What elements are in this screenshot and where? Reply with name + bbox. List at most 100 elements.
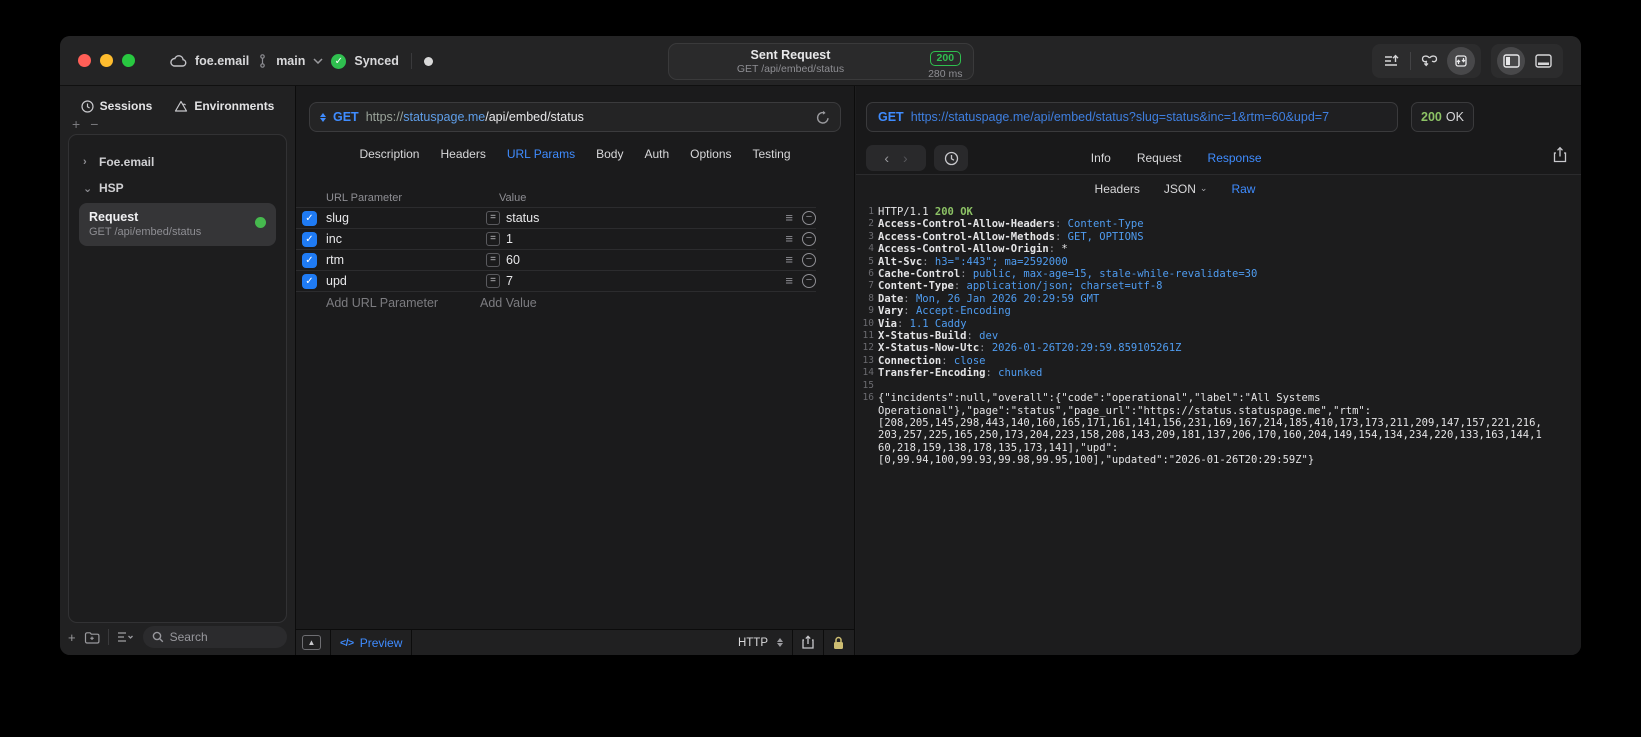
chevron-down-icon: ⌄ <box>1199 183 1208 193</box>
protocol-stepper-icon[interactable] <box>777 638 783 647</box>
param-checkbox[interactable]: ✓ <box>302 210 317 226</box>
response-subtab-headers[interactable]: Headers <box>1095 182 1140 196</box>
param-checkbox[interactable]: ✓ <box>302 231 317 247</box>
param-value[interactable]: 60 <box>500 253 785 267</box>
request-method[interactable]: GET <box>333 110 359 124</box>
sync-loop-icon[interactable] <box>1415 47 1443 75</box>
export-response-icon[interactable] <box>1553 146 1567 163</box>
param-menu-icon[interactable]: ≡ <box>785 232 793 245</box>
chevron-right-icon[interactable]: › <box>83 156 91 168</box>
line-number: 6 <box>868 268 874 280</box>
minimize-window-button[interactable] <box>100 54 113 67</box>
response-code-line: 12 X-Status-Now-Utc: 2026-01-26T20:29:59.… <box>856 342 1581 354</box>
param-checkbox[interactable]: ✓ <box>302 273 317 289</box>
request-tab-auth[interactable]: Auth <box>644 147 669 161</box>
param-checkbox[interactable]: ✓ <box>302 252 317 268</box>
code-brackets-icon: </> <box>340 636 354 649</box>
response-code-line: 4 Access-Control-Allow-Origin: * <box>856 243 1581 255</box>
add-param-row[interactable]: Add URL Parameter Add Value <box>296 292 816 313</box>
search-input[interactable] <box>169 630 278 644</box>
footer-separator <box>823 629 824 655</box>
param-name[interactable]: slug <box>317 211 481 225</box>
toggle-bottom-panel-icon[interactable] <box>1529 47 1557 75</box>
response-subtab-raw[interactable]: Raw <box>1231 182 1255 196</box>
status-code-badge: 200 <box>929 51 962 66</box>
response-code-line: 1 HTTP/1.1 200 OK <box>856 206 1581 218</box>
project-name[interactable]: foe.email <box>195 54 249 68</box>
new-folder-icon[interactable] <box>84 631 100 644</box>
request-tab-testing[interactable]: Testing <box>753 147 791 161</box>
param-value[interactable]: status <box>500 211 785 225</box>
request-tab-url-params[interactable]: URL Params <box>507 147 575 161</box>
request-tab-headers[interactable]: Headers <box>440 147 485 161</box>
param-name[interactable]: inc <box>317 232 481 246</box>
sort-options-icon[interactable] <box>117 631 135 643</box>
close-window-button[interactable] <box>78 54 91 67</box>
response-code-line: 10 Via: 1.1 Caddy <box>856 318 1581 330</box>
request-url-bar[interactable]: GET https://statuspage.me/api/embed/stat… <box>309 102 841 132</box>
response-subtab-label: Headers <box>1094 181 1140 196</box>
request-tab-label: URL Params <box>506 147 576 161</box>
add-session-button[interactable]: + <box>72 117 80 131</box>
add-value-placeholder[interactable]: Add Value <box>469 296 537 310</box>
response-url: https://statuspage.me/api/embed/status?s… <box>910 110 1330 124</box>
response-code-line: [208,205,145,298,443,140,160,165,171,161… <box>856 417 1581 429</box>
protocol-selector[interactable]: HTTP <box>738 637 768 649</box>
sent-request-pill[interactable]: Sent Request GET /api/embed/status 200 2… <box>667 43 974 80</box>
param-value[interactable]: 1 <box>500 232 785 246</box>
param-row-upd: ✓ upd = 7 ≡ − <box>296 271 816 292</box>
param-menu-icon[interactable]: ≡ <box>785 274 793 287</box>
chevron-down-icon[interactable] <box>313 58 323 64</box>
request-list-item[interactable]: Request GET /api/embed/status <box>79 203 276 246</box>
line-number <box>856 429 878 441</box>
forward-arrow-icon[interactable]: › <box>903 150 908 166</box>
chevron-down-icon[interactable]: ⌄ <box>83 182 92 195</box>
session-dot-icon[interactable] <box>423 56 433 66</box>
tree-item-foe-email[interactable]: › Foe.email <box>77 149 278 175</box>
add-url-parameter-placeholder[interactable]: Add URL Parameter <box>296 296 469 310</box>
remove-param-icon[interactable]: − <box>802 253 816 267</box>
method-stepper-icon[interactable] <box>320 112 326 122</box>
request-url[interactable]: https://statuspage.me/api/embed/status <box>366 110 809 124</box>
param-value[interactable]: 7 <box>500 274 785 288</box>
request-tab-body[interactable]: Body <box>596 147 623 161</box>
request-tab-description[interactable]: Description <box>359 147 419 161</box>
zoom-window-button[interactable] <box>122 54 135 67</box>
line-number: 10 <box>862 317 874 329</box>
remove-param-icon[interactable]: − <box>802 232 816 246</box>
line-number: 11 <box>862 330 874 342</box>
response-body[interactable]: 1 HTTP/1.1 200 OK 2 Access-Control-Allow-He… <box>856 202 1581 655</box>
tree-item-hsp[interactable]: ⌄ HSP <box>77 175 278 201</box>
branch-name[interactable]: main <box>276 54 305 68</box>
param-menu-icon[interactable]: ≡ <box>785 253 793 266</box>
remove-param-icon[interactable]: − <box>802 211 816 225</box>
param-name[interactable]: upd <box>317 274 481 288</box>
param-menu-icon[interactable]: ≡ <box>785 211 793 224</box>
add-request-button[interactable]: + <box>68 630 76 645</box>
remove-session-button[interactable]: − <box>90 117 98 131</box>
line-number: 12 <box>862 342 874 354</box>
response-tab-response[interactable]: Response <box>1208 151 1262 165</box>
response-url-box[interactable]: GET https://statuspage.me/api/embed/stat… <box>866 102 1398 132</box>
history-clock-icon[interactable] <box>934 145 968 171</box>
share-icon[interactable] <box>802 635 814 650</box>
search-field[interactable] <box>142 626 287 648</box>
resend-icon[interactable] <box>816 110 830 125</box>
param-name[interactable]: rtm <box>317 253 481 267</box>
import-export-icon[interactable] <box>1378 47 1406 75</box>
environments-tab-label: Environments <box>194 99 275 113</box>
preview-button[interactable]: </> Preview <box>340 636 402 650</box>
back-arrow-icon[interactable]: ‹ <box>884 150 889 166</box>
tab-environments[interactable]: Environments <box>174 99 274 113</box>
request-tab-label: Description <box>359 147 420 161</box>
send-receive-panel-icon[interactable] <box>1447 47 1475 75</box>
collapse-panel-icon[interactable]: ▲ <box>302 635 321 650</box>
toggle-sidebar-icon[interactable] <box>1497 47 1525 75</box>
response-subtab-json[interactable]: JSON ⌄ <box>1164 182 1208 196</box>
response-tab-info[interactable]: Info <box>1091 151 1111 165</box>
response-tab-request[interactable]: Request <box>1137 151 1182 165</box>
remove-param-icon[interactable]: − <box>802 274 816 288</box>
request-tab-options[interactable]: Options <box>690 147 731 161</box>
tab-sessions[interactable]: Sessions <box>81 99 152 113</box>
response-code-line: 8 Date: Mon, 26 Jan 2026 20:29:59 GMT <box>856 293 1581 305</box>
